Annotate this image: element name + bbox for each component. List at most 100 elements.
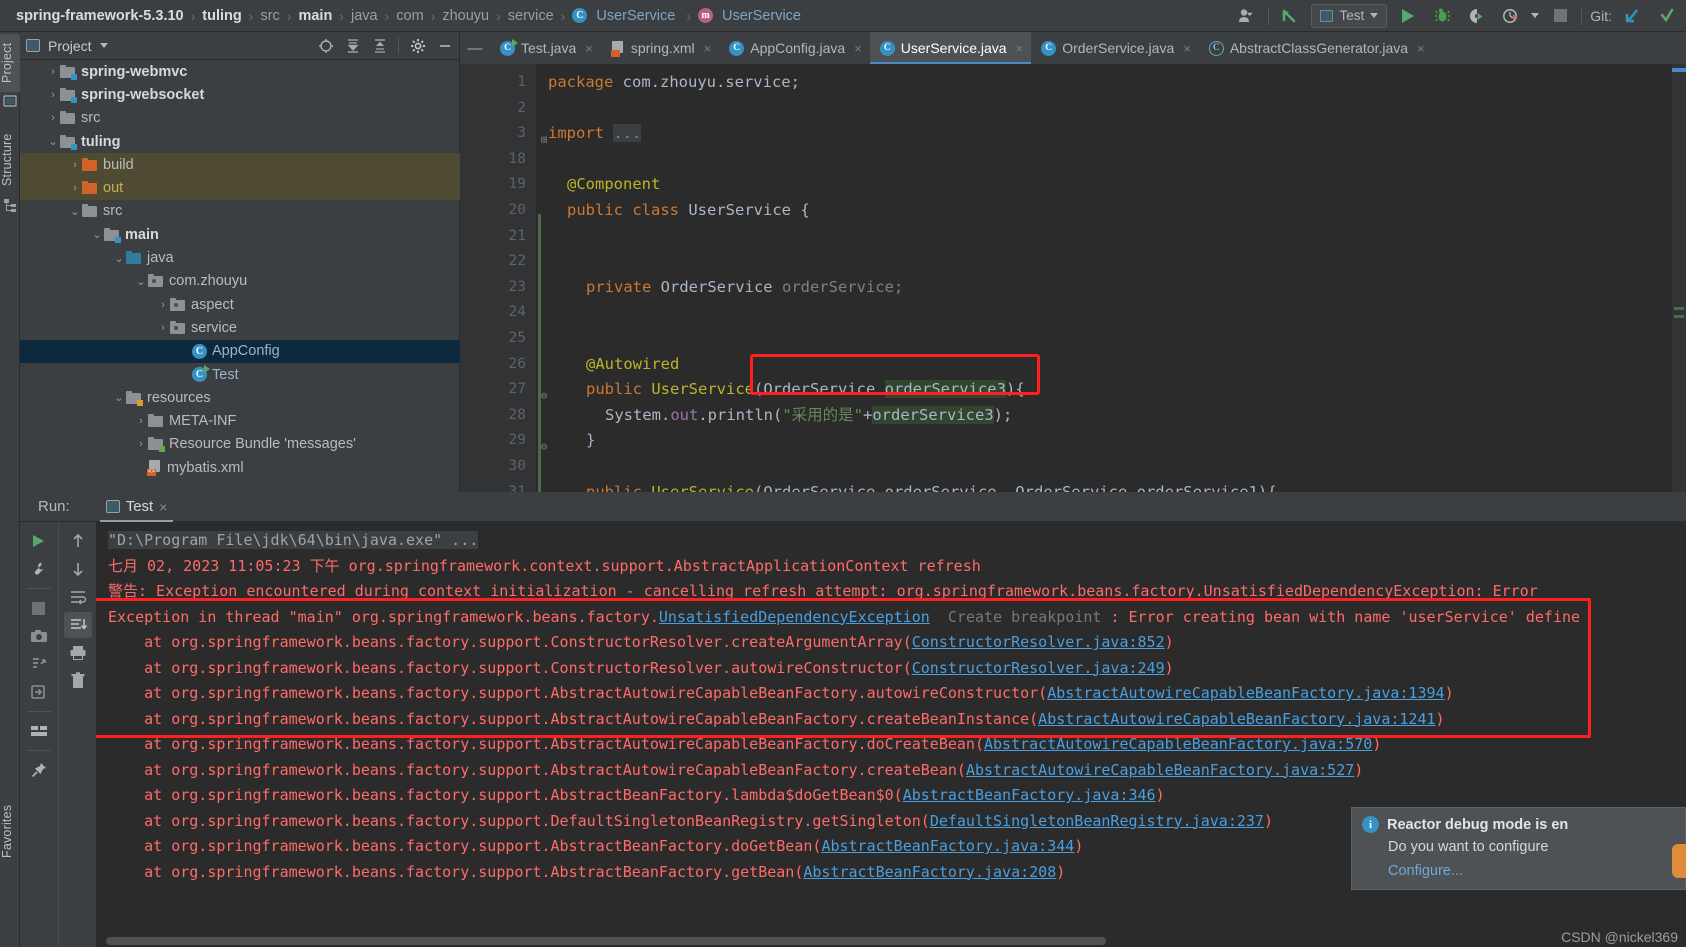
- thread-dump-icon[interactable]: [25, 651, 53, 677]
- tree-node-com-zhouyu[interactable]: ⌄ com.zhouyu: [20, 270, 460, 293]
- soft-wrap-icon[interactable]: [64, 584, 92, 610]
- scroll-up-icon[interactable]: [64, 528, 92, 554]
- collapse-all-icon[interactable]: [371, 37, 388, 54]
- close-icon[interactable]: ×: [159, 499, 167, 515]
- stop-icon[interactable]: [1547, 4, 1573, 28]
- scroll-to-end-icon[interactable]: [63, 612, 92, 638]
- chevron-down-icon[interactable]: ⌄: [112, 252, 126, 265]
- code-editor[interactable]: 1 2 3 ⊞ 18 19 20 21 22 23 24 25 26 27 ⊖ 28 29 ⊖ 30 31 packa…: [460, 64, 1686, 492]
- breadcrumb-item-java[interactable]: java: [347, 8, 382, 24]
- tree-node-appconfig[interactable]: ›C AppConfig: [20, 339, 460, 363]
- breadcrumb-item-src[interactable]: src: [256, 8, 283, 24]
- chevron-right-icon[interactable]: ›: [46, 112, 60, 124]
- collapse-tabs-icon[interactable]: —: [460, 32, 490, 64]
- run-configuration-selector[interactable]: Test: [1311, 3, 1388, 28]
- stacktrace-link[interactable]: AbstractAutowireCapableBeanFactory.java:…: [984, 735, 1372, 753]
- stacktrace-link[interactable]: DefaultSingletonBeanRegistry.java:237: [930, 812, 1264, 830]
- tree-node-spring-webmvc[interactable]: › spring-webmvc: [20, 60, 460, 83]
- stacktrace-link[interactable]: ConstructorResolver.java:852: [912, 633, 1165, 651]
- breadcrumb-item-service[interactable]: service: [504, 8, 558, 24]
- editor-marker-bar[interactable]: [1672, 64, 1686, 492]
- tree-node-out[interactable]: › out: [20, 176, 460, 200]
- close-icon[interactable]: ×: [585, 41, 593, 56]
- tree-node-src[interactable]: › src: [20, 107, 460, 130]
- sidebar-item-project[interactable]: Project: [0, 34, 20, 92]
- stacktrace-link[interactable]: ConstructorResolver.java:249: [912, 659, 1165, 677]
- chevron-right-icon[interactable]: ›: [134, 438, 148, 450]
- tree-node-test[interactable]: ›CTest: [20, 363, 460, 386]
- run-with-coverage-icon[interactable]: [1463, 4, 1489, 28]
- chevron-right-icon[interactable]: ›: [178, 345, 192, 357]
- tree-node-service[interactable]: › service: [20, 316, 460, 339]
- stop-icon[interactable]: [25, 595, 53, 621]
- scroll-down-icon[interactable]: [64, 556, 92, 582]
- breadcrumb-item-userservice[interactable]: m UserService: [694, 8, 809, 24]
- user-avatar-icon[interactable]: [1234, 4, 1260, 28]
- chevron-down-icon[interactable]: ⌄: [68, 205, 82, 218]
- close-icon[interactable]: ×: [854, 41, 862, 56]
- stacktrace-link[interactable]: AbstractBeanFactory.java:208: [803, 863, 1056, 881]
- configure-link[interactable]: Configure...: [1388, 863, 1675, 879]
- breadcrumb-item-userservice[interactable]: C UserService: [568, 8, 683, 24]
- git-commit-icon[interactable]: [1654, 4, 1680, 28]
- chevron-right-icon[interactable]: ›: [178, 369, 192, 381]
- close-icon[interactable]: ×: [1417, 41, 1425, 56]
- right-edge-tab[interactable]: [1672, 844, 1686, 878]
- tree-node-tuling[interactable]: ⌄ tuling: [20, 130, 460, 153]
- chevron-down-icon[interactable]: ⌄: [46, 135, 60, 148]
- chevron-down-icon[interactable]: [99, 43, 108, 48]
- editor-tab-appconfig-java[interactable]: C AppConfig.java ×: [719, 32, 870, 64]
- editor-tab-test-java[interactable]: C Test.java ×: [490, 32, 601, 64]
- stacktrace-link[interactable]: AbstractAutowireCapableBeanFactory.java:…: [1038, 710, 1435, 728]
- chevron-right-icon[interactable]: ›: [68, 159, 82, 171]
- print-icon[interactable]: [64, 640, 92, 666]
- stacktrace-link[interactable]: AbstractBeanFactory.java:344: [821, 837, 1074, 855]
- editor-tab-orderservice-java[interactable]: C OrderService.java ×: [1031, 32, 1199, 64]
- sidebar-item-favorites[interactable]: Favorites: [0, 794, 20, 868]
- stacktrace-link[interactable]: UnsatisfiedDependencyException: [659, 608, 930, 626]
- editor-tab-userservice-java[interactable]: C UserService.java ×: [869, 32, 1032, 64]
- tree-node-resources[interactable]: ⌄ resources: [20, 386, 460, 409]
- rerun-icon[interactable]: [25, 528, 53, 554]
- layout-icon[interactable]: [25, 718, 53, 744]
- pin-icon[interactable]: [25, 757, 53, 783]
- tree-node-src[interactable]: ⌄ src: [20, 200, 460, 223]
- chevron-down-icon[interactable]: ⌄: [134, 275, 148, 288]
- code-text[interactable]: package com.zhouyu.service; import ... @Co…: [536, 64, 1686, 492]
- run-icon[interactable]: [1395, 4, 1421, 28]
- close-icon[interactable]: ×: [1183, 41, 1191, 56]
- settings-wrench-icon[interactable]: [25, 556, 53, 582]
- hide-panel-icon[interactable]: [436, 37, 453, 54]
- notification-popup[interactable]: i Reactor debug mode is en Do you want t…: [1351, 807, 1686, 890]
- profiler-icon[interactable]: [1497, 4, 1523, 28]
- project-tree[interactable]: › spring-webmvc › spring-websocket › src ⌄ tuli…: [20, 60, 460, 492]
- console-horizontal-scrollbar[interactable]: [106, 937, 1106, 945]
- tree-node-main[interactable]: ⌄ main: [20, 223, 460, 246]
- editor-tab-abstractclassgenerator-java[interactable]: C AbstractClassGenerator.java ×: [1199, 32, 1433, 64]
- expand-all-icon[interactable]: [344, 37, 361, 54]
- close-icon[interactable]: ×: [1016, 41, 1024, 56]
- tree-node-aspect[interactable]: › aspect: [20, 293, 460, 316]
- create-breakpoint-hint[interactable]: Create breakpoint: [930, 608, 1111, 626]
- chevron-right-icon[interactable]: ›: [156, 299, 170, 311]
- chevron-right-icon[interactable]: ›: [46, 89, 60, 101]
- chevron-down-icon[interactable]: ⌄: [112, 391, 126, 404]
- tree-node-mybatis-xml[interactable]: › mybatis.xml: [20, 456, 460, 479]
- git-update-icon[interactable]: [1620, 4, 1646, 28]
- tree-node-spring-websocket[interactable]: › spring-websocket: [20, 83, 460, 106]
- breadcrumb-item-main[interactable]: main: [294, 8, 336, 24]
- breadcrumb-item-com[interactable]: com: [392, 8, 427, 24]
- sidebar-item-structure[interactable]: Structure: [0, 124, 20, 196]
- editor-tab-spring-xml[interactable]: spring.xml ×: [601, 32, 719, 64]
- tree-node-resource-bundle-messages-[interactable]: › Resource Bundle 'messages': [20, 433, 460, 456]
- camera-icon[interactable]: [25, 623, 53, 649]
- chevron-right-icon[interactable]: ›: [156, 322, 170, 334]
- tree-node-build[interactable]: › build: [20, 153, 460, 177]
- profiler-chevron-icon[interactable]: [1531, 13, 1540, 18]
- locate-icon[interactable]: [317, 37, 334, 54]
- update-project-icon[interactable]: [1277, 4, 1303, 28]
- debug-icon[interactable]: [1429, 4, 1455, 28]
- stacktrace-link[interactable]: AbstractAutowireCapableBeanFactory.java:…: [1047, 684, 1444, 702]
- trash-icon[interactable]: [64, 668, 92, 694]
- chevron-right-icon[interactable]: ›: [46, 66, 60, 78]
